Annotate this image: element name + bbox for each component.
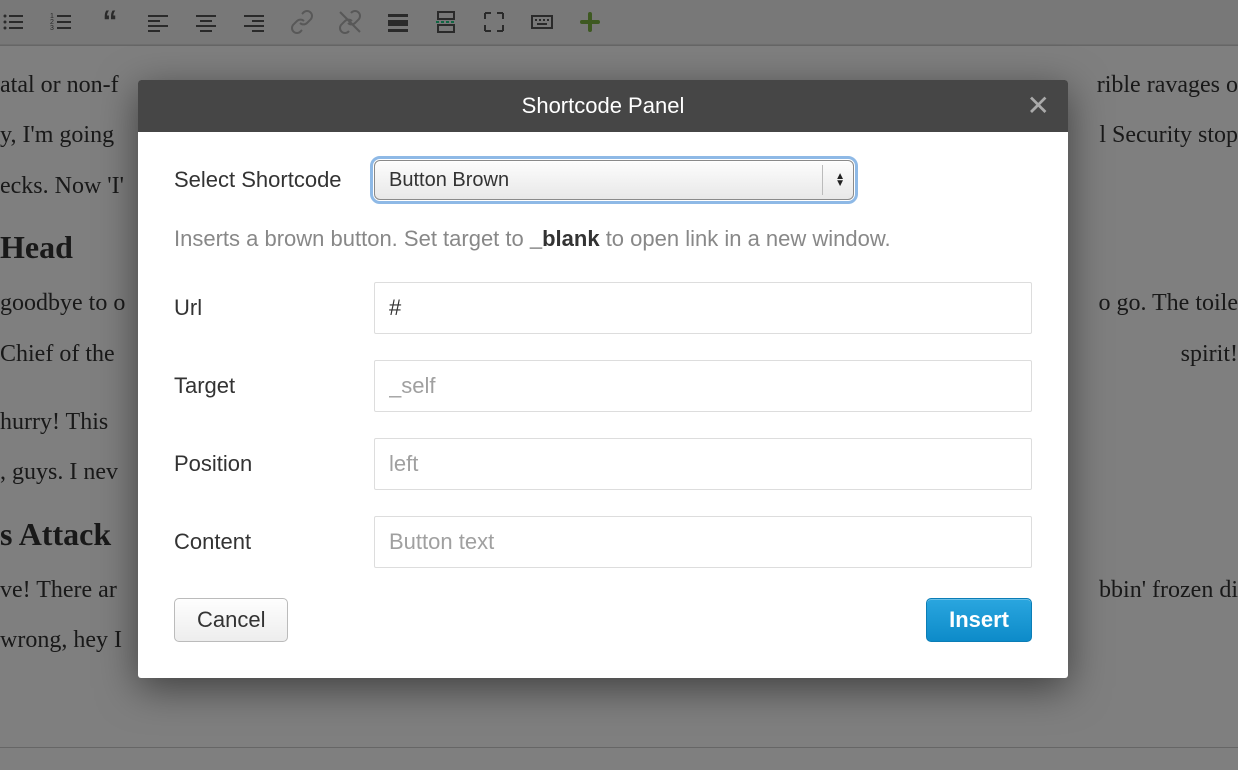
- chevron-updown-icon: ▲▼: [835, 173, 845, 187]
- shortcode-modal: Shortcode Panel ✕ Select Shortcode Butto…: [138, 80, 1068, 678]
- url-label: Url: [174, 295, 374, 321]
- target-label: Target: [174, 373, 374, 399]
- position-label: Position: [174, 451, 374, 477]
- insert-button[interactable]: Insert: [926, 598, 1032, 642]
- shortcode-select-value: Button Brown: [389, 169, 509, 192]
- close-icon[interactable]: ✕: [1027, 92, 1050, 120]
- position-input[interactable]: [374, 438, 1032, 490]
- modal-header: Shortcode Panel ✕: [138, 80, 1068, 132]
- shortcode-description: Inserts a brown button. Set target to _b…: [174, 226, 1032, 252]
- content-label: Content: [174, 529, 374, 555]
- content-input[interactable]: [374, 516, 1032, 568]
- modal-title: Shortcode Panel: [522, 93, 685, 119]
- target-input[interactable]: [374, 360, 1032, 412]
- cancel-button[interactable]: Cancel: [174, 598, 288, 642]
- url-input[interactable]: [374, 282, 1032, 334]
- select-shortcode-label: Select Shortcode: [174, 167, 374, 193]
- shortcode-select[interactable]: Button Brown ▲▼: [374, 160, 854, 200]
